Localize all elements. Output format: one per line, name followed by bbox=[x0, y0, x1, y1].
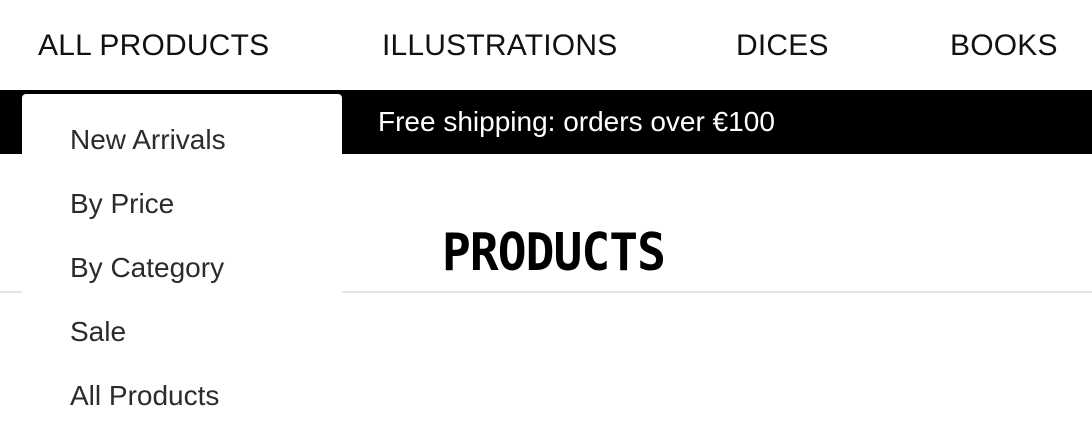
menu-item-sale[interactable]: Sale bbox=[70, 314, 126, 350]
nav-dices[interactable]: DICES bbox=[736, 26, 829, 66]
menu-item-all-products[interactable]: All Products bbox=[70, 378, 219, 414]
menu-item-by-category[interactable]: By Category bbox=[70, 250, 224, 286]
page-title: PRODUCTS bbox=[442, 222, 666, 283]
announcement-text: Free shipping: orders over €100 bbox=[378, 106, 775, 137]
menu-item-by-price[interactable]: By Price bbox=[70, 186, 174, 222]
nav-illustrations[interactable]: ILLUSTRATIONS bbox=[382, 26, 617, 66]
nav-all-products[interactable]: ALL PRODUCTS bbox=[38, 26, 269, 66]
nav-books[interactable]: BOOKS bbox=[950, 26, 1058, 66]
all-products-dropdown-menu: New Arrivals By Price By Category Sale A… bbox=[22, 94, 342, 438]
page: ALL PRODUCTS ILLUSTRATIONS DICES BOOKS F… bbox=[0, 0, 1092, 438]
top-navigation: ALL PRODUCTS ILLUSTRATIONS DICES BOOKS bbox=[0, 0, 1092, 90]
menu-item-new-arrivals[interactable]: New Arrivals bbox=[70, 122, 226, 158]
